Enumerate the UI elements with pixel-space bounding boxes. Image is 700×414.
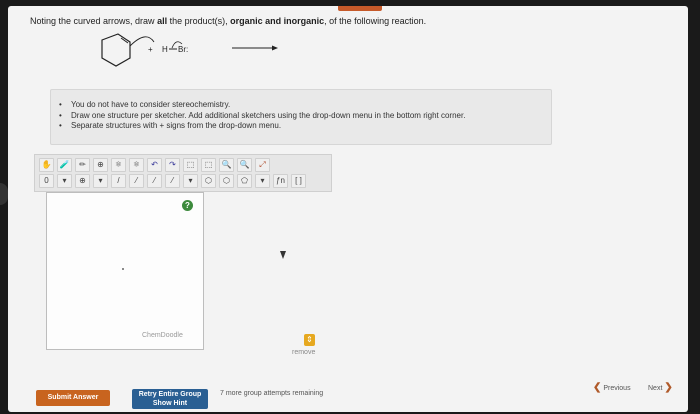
charge-icon[interactable]: ⊕ [93, 158, 108, 172]
copy-icon[interactable]: ⬚ [183, 158, 198, 172]
show-hint-label[interactable]: Show Hint [132, 399, 208, 408]
note-item: Separate structures with + signs from th… [59, 121, 551, 132]
lasso-icon[interactable]: 0 [39, 174, 54, 188]
chevron-down-icon[interactable]: ▾ [183, 174, 198, 188]
function-icon[interactable]: ƒn [273, 174, 288, 188]
redo-icon[interactable]: ↷ [165, 158, 180, 172]
chevron-down-icon[interactable]: ▾ [57, 174, 72, 188]
chevron-down-icon[interactable]: ▾ [255, 174, 270, 188]
plus-sign: + [148, 45, 153, 54]
hexagon-icon[interactable]: ⬡ [201, 174, 216, 188]
benzene-icon[interactable]: ⬡ [219, 174, 234, 188]
chevron-left-icon: ❮ [593, 382, 602, 393]
canvas-marker [122, 268, 124, 270]
previous-button[interactable]: ❮ Previous [593, 382, 631, 393]
chevron-down-icon[interactable]: ▾ [93, 174, 108, 188]
toolbar-row-1: ✋ 🧪 ✏ ⊕ ⚛ ⚛ ↶ ↷ ⬚ ⬚ 🔍 🔍 ⤢ [39, 158, 270, 172]
attempts-remaining: 7 more group attempts remaining [220, 390, 324, 397]
help-icon[interactable]: ? [182, 200, 193, 211]
zoom-in-icon[interactable]: 🔍 [219, 158, 234, 172]
chevron-right-icon: ❯ [664, 382, 673, 393]
undo-icon[interactable]: ↶ [147, 158, 162, 172]
reaction-svg: + H Br: [101, 33, 278, 67]
bracket-icon[interactable]: [ ] [291, 174, 306, 188]
charge-plus-icon[interactable]: ⊕ [75, 174, 90, 188]
atom-alt-icon[interactable]: ⚛ [129, 158, 144, 172]
paste-icon[interactable]: ⬚ [201, 158, 216, 172]
note-item: You do not have to consider stereochemis… [59, 100, 551, 111]
sketcher-toolbar: ✋ 🧪 ✏ ⊕ ⚛ ⚛ ↶ ↷ ⬚ ⬚ 🔍 🔍 ⤢ 0 ▾ ⊕ ▾ / ⁄ ⁄ … [34, 154, 332, 192]
chemdoodle-brand: ChemDoodle [142, 332, 183, 339]
single-bond-icon[interactable]: / [111, 174, 126, 188]
submit-answer-button[interactable]: Submit Answer [36, 390, 110, 406]
wedge-bond-icon[interactable]: ⁄ [129, 174, 144, 188]
sketcher-canvas[interactable] [46, 192, 204, 350]
remove-sketcher-link[interactable]: remove [292, 349, 315, 356]
question-page: Noting the curved arrows, draw all the p… [8, 6, 688, 412]
atom-icon[interactable]: ⚛ [111, 158, 126, 172]
side-panel-toggle[interactable] [0, 183, 8, 205]
reaction-scheme: + H Br: [90, 32, 290, 72]
retry-label: Retry Entire Group [138, 391, 202, 398]
retry-group-button[interactable]: Retry Entire Group Show Hint [132, 389, 208, 409]
reagent-br: Br: [178, 45, 188, 54]
question-text: Noting the curved arrows, draw all the p… [30, 16, 427, 26]
zoom-out-icon[interactable]: 🔍 [237, 158, 252, 172]
mouse-cursor-icon [280, 251, 286, 259]
instruction-notes: You do not have to consider stereochemis… [50, 89, 552, 145]
pencil-icon[interactable]: ✏ [75, 158, 90, 172]
hand-icon[interactable]: ✋ [39, 158, 54, 172]
cyclohexene-ring [101, 33, 131, 67]
pentagon-icon[interactable]: ⬠ [237, 174, 252, 188]
note-item: Draw one structure per sketcher. Add add… [59, 111, 551, 122]
clean-icon[interactable]: ⤢ [255, 158, 270, 172]
sketcher-options-dropdown[interactable]: ⇕ [304, 334, 315, 346]
double-bond-icon[interactable]: ⁄ [147, 174, 162, 188]
triple-bond-icon[interactable]: ⁄ [165, 174, 180, 188]
reaction-arrow-head [272, 45, 278, 51]
toolbar-row-2: 0 ▾ ⊕ ▾ / ⁄ ⁄ ⁄ ▾ ⬡ ⬡ ⬠ ▾ ƒn [ ] [39, 174, 306, 188]
references-tab[interactable] [338, 6, 382, 11]
flask-icon[interactable]: 🧪 [57, 158, 72, 172]
reagent-h: H [162, 45, 168, 54]
next-button[interactable]: Next ❯ [648, 382, 673, 393]
